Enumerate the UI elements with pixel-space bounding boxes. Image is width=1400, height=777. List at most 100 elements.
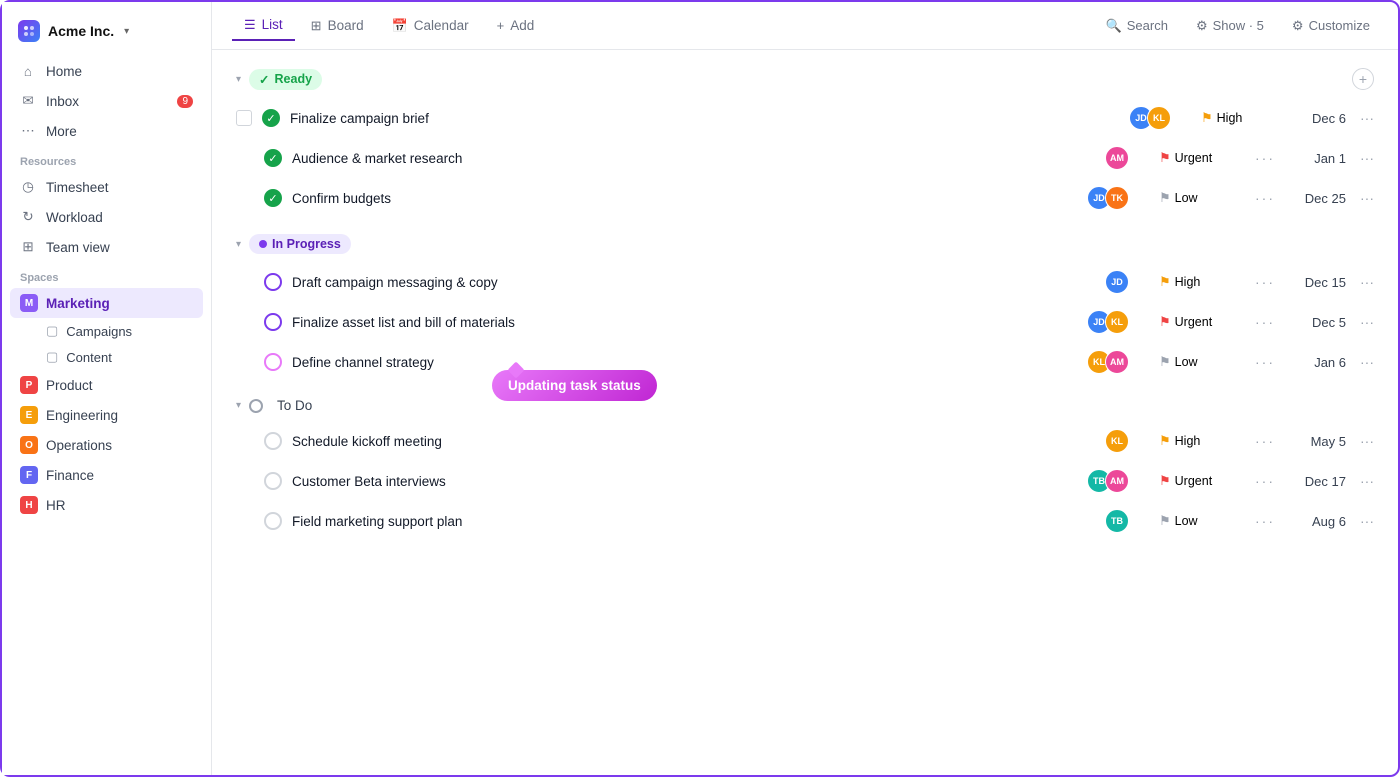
tab-calendar-label: Calendar xyxy=(414,18,469,33)
task-avatars: TB AM xyxy=(1087,469,1129,493)
task-status-todo[interactable] xyxy=(264,472,282,490)
add-icon: + xyxy=(497,18,505,33)
sidebar-item-product[interactable]: P Product xyxy=(10,370,203,400)
todo-badge: To Do xyxy=(249,398,312,413)
sidebar-item-teamview[interactable]: ⊞ Team view xyxy=(10,232,203,262)
priority-label: High xyxy=(1175,275,1201,289)
flag-icon: ⚑ xyxy=(1159,354,1171,370)
more-menu[interactable]: ··· xyxy=(1360,354,1374,370)
sidebar-subitem-campaigns[interactable]: ▢ Campaigns xyxy=(10,318,203,344)
task-status-done[interactable]: ✓ xyxy=(262,109,280,127)
task-row: ✓ Finalize campaign brief JD KL ⚑ High D… xyxy=(232,98,1378,138)
priority-label: Urgent xyxy=(1175,474,1213,488)
sidebar-item-workload[interactable]: ↻ Workload xyxy=(10,202,203,232)
brand[interactable]: Acme Inc. ▾ xyxy=(2,12,211,56)
teamview-label: Team view xyxy=(46,240,110,255)
section-inprogress-header[interactable]: ▾ In Progress xyxy=(232,226,1378,262)
dots-menu[interactable]: ··· xyxy=(1249,352,1281,372)
sidebar-item-home[interactable]: ⌂ Home xyxy=(10,56,203,86)
sidebar-item-timesheet[interactable]: ◷ Timesheet xyxy=(10,172,203,202)
task-status-progress[interactable] xyxy=(264,313,282,331)
task-status-done[interactable]: ✓ xyxy=(264,149,282,167)
flag-icon: ⚑ xyxy=(1159,513,1171,529)
search-label: Search xyxy=(1127,18,1168,33)
home-label: Home xyxy=(46,64,82,79)
sidebar-item-operations[interactable]: O Operations xyxy=(10,430,203,460)
due-date: Dec 17 xyxy=(1291,474,1346,489)
done-circle: ✓ xyxy=(264,149,282,167)
dots-menu[interactable]: ··· xyxy=(1249,431,1281,451)
topbar-right: 🔍 Search ⚙ Show · 5 ⚙ Customize xyxy=(1098,14,1378,38)
task-status-todo[interactable] xyxy=(264,432,282,450)
dots-menu[interactable]: ··· xyxy=(1249,148,1281,168)
dots-menu[interactable]: ··· xyxy=(1249,471,1281,491)
task-status-progress[interactable] xyxy=(264,273,282,291)
priority-badge: ⚑ Low xyxy=(1159,354,1239,370)
ready-add-button[interactable]: + xyxy=(1352,68,1374,90)
workload-icon: ↻ xyxy=(20,209,36,225)
show-button[interactable]: ⚙ Show · 5 xyxy=(1188,14,1272,38)
task-row: Draft campaign messaging & copy JD ⚑ Hig… xyxy=(232,262,1378,302)
dots-menu[interactable]: ··· xyxy=(1249,312,1281,332)
resources-label: Resources xyxy=(2,146,211,172)
more-menu[interactable]: ··· xyxy=(1360,274,1374,290)
content-label: Content xyxy=(66,350,112,365)
brand-icon xyxy=(18,20,40,42)
more-menu[interactable]: ··· xyxy=(1360,433,1374,449)
tab-add[interactable]: + Add xyxy=(485,12,547,39)
tab-add-label: Add xyxy=(510,18,534,33)
section-ready-header[interactable]: ▾ ✓ Ready + xyxy=(232,60,1378,98)
task-checkbox[interactable] xyxy=(236,110,252,126)
tab-board[interactable]: ⊞ Board xyxy=(299,12,376,40)
task-status-done[interactable]: ✓ xyxy=(264,189,282,207)
more-menu[interactable]: ··· xyxy=(1360,150,1374,166)
task-avatars: KL xyxy=(1105,429,1129,453)
section-todo-header[interactable]: ▾ To Do xyxy=(232,390,1378,421)
more-menu[interactable]: ··· xyxy=(1360,473,1374,489)
teamview-icon: ⊞ xyxy=(20,239,36,255)
dots-menu[interactable]: ··· xyxy=(1249,188,1281,208)
due-date: Jan 1 xyxy=(1291,151,1346,166)
customize-label: Customize xyxy=(1309,18,1370,33)
task-avatars: JD KL xyxy=(1129,106,1171,130)
todo-circle xyxy=(264,472,282,490)
task-avatars: KL AM xyxy=(1087,350,1129,374)
priority-label: Low xyxy=(1175,355,1198,369)
due-date: Jan 6 xyxy=(1291,355,1346,370)
avatar: KL xyxy=(1147,106,1171,130)
avatar: JD xyxy=(1105,270,1129,294)
flag-icon: ⚑ xyxy=(1159,150,1171,166)
sidebar-item-engineering[interactable]: E Engineering xyxy=(10,400,203,430)
sidebar-item-more[interactable]: ⋯ More xyxy=(10,116,203,146)
customize-button[interactable]: ⚙ Customize xyxy=(1284,14,1378,38)
tab-list[interactable]: ☰ List xyxy=(232,11,295,41)
flag-icon: ⚑ xyxy=(1159,433,1171,449)
inprogress-chevron: ▾ xyxy=(236,239,241,250)
spaces-label: Spaces xyxy=(2,262,211,288)
more-menu[interactable]: ··· xyxy=(1360,314,1374,330)
task-row: Schedule kickoff meeting KL ⚑ High ··· M… xyxy=(232,421,1378,461)
search-icon: 🔍 xyxy=(1106,18,1122,34)
sidebar-item-marketing[interactable]: M Marketing xyxy=(10,288,203,318)
more-menu[interactable]: ··· xyxy=(1360,513,1374,529)
operations-color: O xyxy=(20,436,38,454)
tab-calendar[interactable]: 📅 Calendar xyxy=(380,12,481,40)
flag-icon: ⚑ xyxy=(1159,274,1171,290)
section-in-progress: ▾ In Progress Draft campaign messaging &… xyxy=(232,226,1378,382)
dots-menu[interactable]: ··· xyxy=(1249,511,1281,531)
sidebar-subitem-content[interactable]: ▢ Content xyxy=(10,344,203,370)
due-date: May 5 xyxy=(1291,434,1346,449)
task-status-todo[interactable] xyxy=(264,512,282,530)
more-menu[interactable]: ··· xyxy=(1360,110,1374,126)
dots-menu[interactable]: ··· xyxy=(1249,272,1281,292)
search-button[interactable]: 🔍 Search xyxy=(1098,14,1176,38)
more-menu[interactable]: ··· xyxy=(1360,190,1374,206)
task-status-progress[interactable] xyxy=(264,353,282,371)
sidebar-item-hr[interactable]: H HR xyxy=(10,490,203,520)
inprogress-dot-icon xyxy=(259,240,267,248)
sidebar-item-inbox[interactable]: ✉ Inbox 9 xyxy=(10,86,203,116)
topbar: ☰ List ⊞ Board 📅 Calendar + Add 🔍 Search… xyxy=(212,2,1398,50)
sidebar-nav: ⌂ Home ✉ Inbox 9 ⋯ More xyxy=(2,56,211,146)
sidebar-item-finance[interactable]: F Finance xyxy=(10,460,203,490)
more-icon: ⋯ xyxy=(20,123,36,139)
